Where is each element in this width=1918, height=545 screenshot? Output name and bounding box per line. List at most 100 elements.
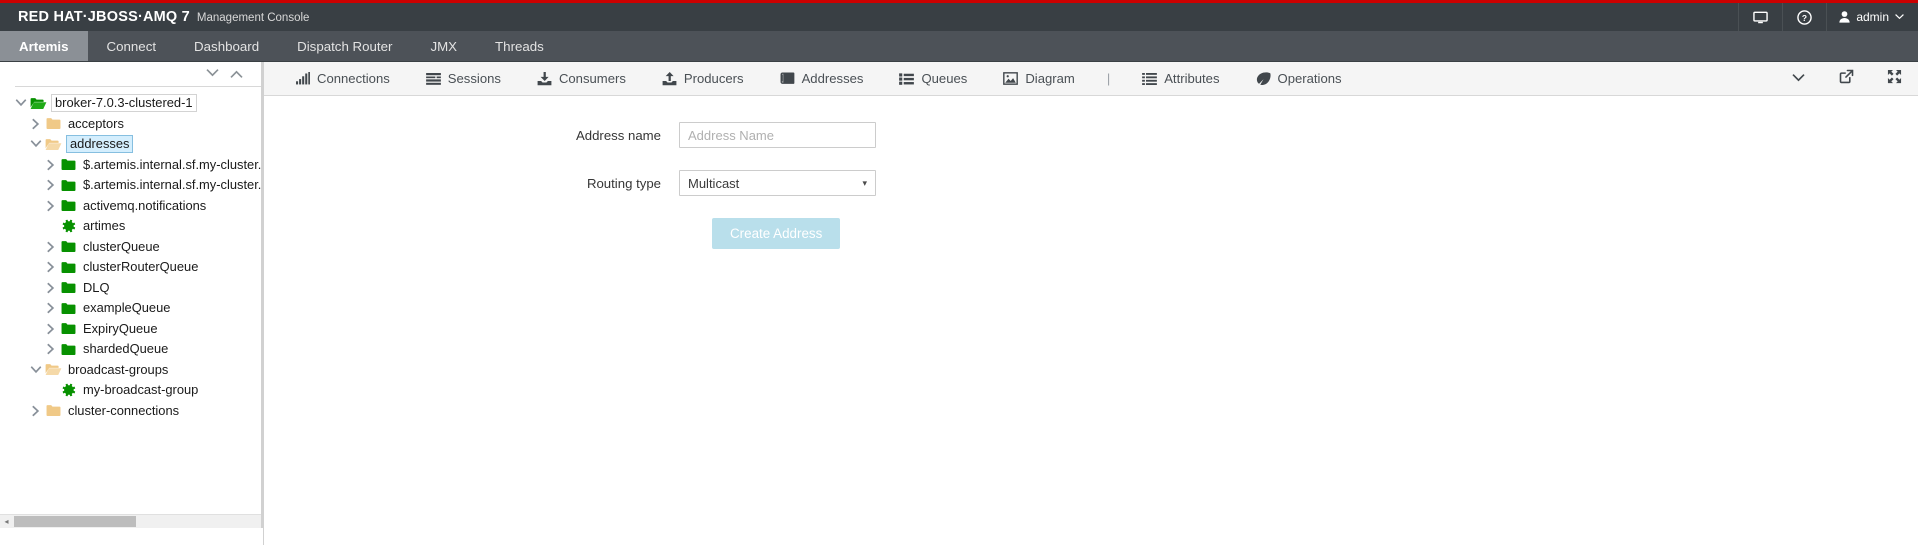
chevron-down-icon: ▾ [862, 177, 867, 188]
tree-item-label: acceptors [68, 115, 124, 131]
tree-node-icon-wrap [59, 322, 78, 335]
tab-label: Diagram [1025, 71, 1075, 86]
caret-right-icon[interactable] [43, 261, 59, 273]
tree-item-examplequeue[interactable]: exampleQueue [0, 298, 263, 319]
body: broker-7.0.3-clustered-1 acceptors address… [0, 62, 1918, 545]
download-inbox-icon [537, 71, 552, 86]
tab-icon-wrap [1142, 72, 1158, 85]
chevron-down-icon[interactable] [205, 65, 220, 83]
address-name-label: Address name [575, 127, 661, 143]
tree-node-icon-wrap [59, 240, 78, 253]
user-menu-button[interactable]: admin [1826, 3, 1918, 31]
gear-green-icon [62, 383, 76, 397]
sidebar-footer-pad [0, 528, 263, 545]
tree-item-addresses[interactable]: addresses [0, 134, 263, 155]
main-panel: Connections Sessions Consumers Producers Add… [264, 62, 1918, 545]
caret-right-icon[interactable] [43, 179, 59, 191]
tab-icon-wrap [537, 71, 552, 86]
tree-horizontal-scrollbar[interactable]: ◂ [0, 514, 263, 528]
caret-right-icon[interactable] [43, 343, 59, 355]
tab-icon-wrap [662, 71, 677, 86]
caret-right-icon[interactable] [43, 159, 59, 171]
nav-item-dashboard[interactable]: Dashboard [175, 31, 278, 61]
share-button[interactable] [1822, 62, 1870, 95]
caret-right-icon[interactable] [43, 302, 59, 314]
routing-type-label: Routing type [586, 175, 661, 191]
tab-consumers[interactable]: Consumers [519, 62, 644, 95]
caret-right-icon[interactable] [28, 118, 44, 130]
tree-item-artemis-internal-sf-my-cluster-c[interactable]: $.artemis.internal.sf.my-cluster.c [0, 175, 263, 196]
caret-down-icon[interactable] [28, 140, 44, 148]
tree-item-expiryqueue[interactable]: ExpiryQueue [0, 319, 263, 340]
nav-item-connect[interactable]: Connect [88, 31, 176, 61]
tree-item-clusterrouterqueue[interactable]: clusterRouterQueue [0, 257, 263, 278]
tree-node-icon-wrap [59, 261, 78, 274]
user-name-label: admin [1856, 10, 1889, 24]
image-icon [1003, 72, 1019, 85]
fullscreen-button[interactable] [1870, 62, 1918, 95]
caret-right [32, 405, 40, 417]
tree-item-artemis-internal-sf-my-cluster-b[interactable]: $.artemis.internal.sf.my-cluster.b [0, 155, 263, 176]
tab-diagram[interactable]: Diagram [985, 62, 1092, 95]
caret-down [15, 99, 27, 107]
nav-item-threads[interactable]: Threads [476, 31, 563, 61]
tree-item-artimes[interactable]: artimes [0, 216, 263, 237]
tree-item-my-broadcast-group[interactable]: my-broadcast-group [0, 380, 263, 401]
brand-name: RED HAT·JBOSS·AMQ 7 [18, 9, 190, 25]
tree-item-label: $.artemis.internal.sf.my-cluster.b [83, 156, 263, 172]
tree-node-icon-wrap [29, 97, 48, 110]
tree-item-activemq-notifications[interactable]: activemq.notifications [0, 196, 263, 217]
folder-open-green-icon [30, 97, 47, 110]
create-address-button[interactable]: Create Address [712, 218, 841, 249]
caret-right-icon[interactable] [43, 200, 59, 212]
tab-queues[interactable]: Queues [881, 62, 985, 95]
scrollbar-thumb[interactable] [14, 516, 136, 527]
tree-item-broker-7-0-3-clustered-1[interactable]: broker-7.0.3-clustered-1 [0, 93, 263, 114]
routing-type-select[interactable]: Multicast ▾ [679, 170, 876, 196]
caret-down-icon[interactable] [28, 365, 44, 374]
tab-attributes[interactable]: Attributes [1124, 62, 1237, 95]
tab-producers[interactable]: Producers [644, 62, 762, 95]
tab-overflow-button[interactable] [1774, 62, 1822, 95]
tab-operations[interactable]: Operations [1238, 62, 1360, 95]
tab-label: Addresses [801, 71, 864, 86]
brand-logo[interactable]: RED HAT·JBOSS·AMQ 7 Management Console [0, 9, 309, 25]
help-button[interactable]: ? [1782, 3, 1826, 31]
scroll-left-arrow-icon[interactable]: ◂ [0, 517, 13, 526]
tab-label: Connections [317, 71, 390, 86]
caret-right-icon[interactable] [43, 323, 59, 335]
nav-item-jmx[interactable]: JMX [411, 31, 476, 61]
tree-item-broadcast-groups[interactable]: broadcast-groups [0, 360, 263, 381]
nav-label: Dashboard [194, 38, 260, 54]
tree-item-label: broker-7.0.3-clustered-1 [51, 94, 197, 113]
create-address-form: Address name Routing type Multicast ▾ Cr… [264, 96, 1918, 249]
caret-right [47, 241, 55, 253]
tree-item-acceptors[interactable]: acceptors [0, 114, 263, 135]
caret-down [30, 365, 42, 374]
tree-item-label: clusterRouterQueue [83, 259, 199, 275]
monitor-button[interactable] [1738, 3, 1782, 31]
caret-right-icon[interactable] [43, 282, 59, 294]
caret-right-icon[interactable] [28, 405, 44, 417]
address-name-input[interactable] [679, 122, 876, 148]
sidebar-resize-handle[interactable] [261, 62, 264, 528]
tab-sessions[interactable]: Sessions [408, 62, 519, 95]
svg-text:?: ? [1802, 12, 1807, 22]
tree-node-icon-wrap [59, 179, 78, 192]
chevron-up-icon[interactable] [229, 65, 244, 83]
tree-item-clusterqueue[interactable]: clusterQueue [0, 237, 263, 258]
routing-type-row: Routing type Multicast ▾ [264, 170, 1918, 196]
tree-node-icon-wrap [44, 404, 63, 417]
nav-label: Threads [495, 38, 544, 54]
tree-item-cluster-connections[interactable]: cluster-connections [0, 401, 263, 422]
tab-addresses[interactable]: Addresses [762, 62, 882, 95]
tree-node-icon-wrap [44, 363, 63, 376]
tab-connections[interactable]: Connections [278, 62, 408, 95]
nav-item-artemis[interactable]: Artemis [0, 31, 88, 61]
caret-right-icon[interactable] [43, 241, 59, 253]
tree-item-shardedqueue[interactable]: shardedQueue [0, 339, 263, 360]
tree-item-dlq[interactable]: DLQ [0, 278, 263, 299]
nav-item-dispatch-router[interactable]: Dispatch Router [278, 31, 411, 61]
tree-node-icon-wrap [59, 343, 78, 356]
caret-down-icon[interactable] [13, 99, 29, 107]
